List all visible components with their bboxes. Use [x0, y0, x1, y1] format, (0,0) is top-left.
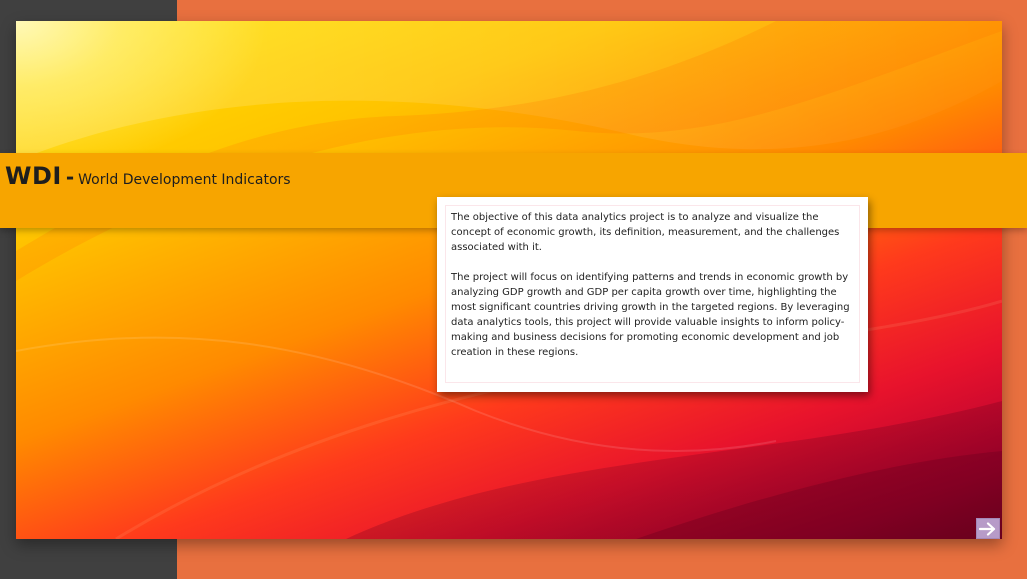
- description-card: The objective of this data analytics pro…: [437, 197, 868, 392]
- title-separator: -: [65, 165, 75, 189]
- arrow-right-icon: [979, 521, 996, 536]
- next-slide-button[interactable]: [976, 518, 1000, 539]
- description-paragraph-focus: The project will focus on identifying pa…: [451, 272, 850, 358]
- title-full-name: World Development Indicators: [78, 172, 291, 188]
- slide-canvas: WDI - World Development Indicators The obj…: [0, 0, 1027, 579]
- description-text: The objective of this data analytics pro…: [451, 210, 857, 375]
- description-paragraph-objective: The objective of this data analytics pro…: [451, 212, 840, 253]
- title-abbreviation: WDI: [5, 162, 62, 190]
- banner-title: WDI - World Development Indicators: [5, 162, 291, 190]
